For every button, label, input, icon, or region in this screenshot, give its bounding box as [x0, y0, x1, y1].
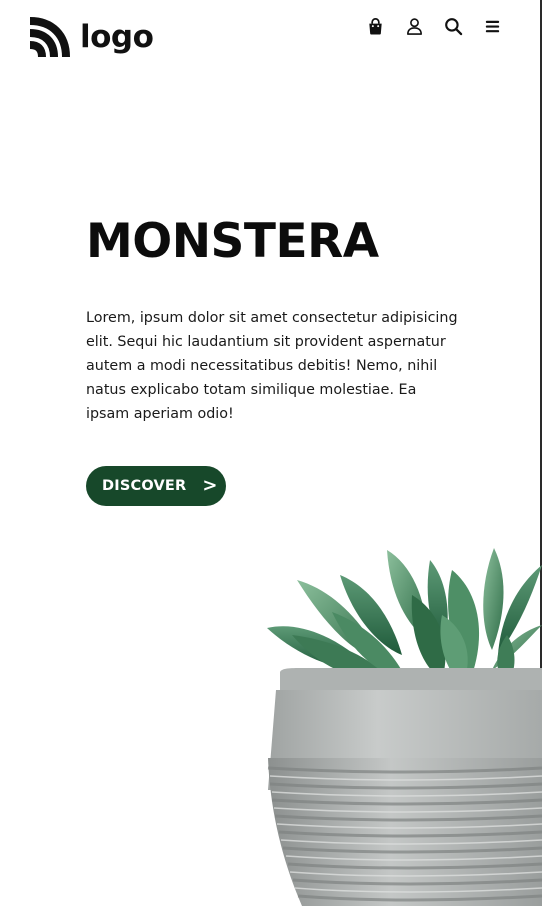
rss-feed-icon	[29, 17, 70, 58]
logo-text: logo	[80, 18, 154, 55]
site-header: logo	[0, 0, 540, 80]
chevron-right-icon: >	[202, 475, 218, 496]
hero-description: Lorem, ipsum dolor sit amet consectetur …	[86, 310, 458, 422]
shopping-bag-icon[interactable]	[366, 17, 385, 36]
hamburger-menu-icon[interactable]	[483, 17, 502, 36]
hero-title: MONSTERA	[86, 214, 379, 269]
hero-section: MONSTERA Lorem, ipsum dolor sit amet con…	[86, 214, 466, 506]
search-icon[interactable]	[444, 17, 463, 36]
succulent-plant-image	[262, 540, 542, 906]
discover-button-label: DISCOVER	[102, 478, 187, 494]
header-nav	[366, 17, 502, 36]
user-icon[interactable]	[405, 17, 424, 36]
logo[interactable]: logo	[28, 17, 154, 59]
discover-button[interactable]: DISCOVER >	[86, 466, 226, 506]
